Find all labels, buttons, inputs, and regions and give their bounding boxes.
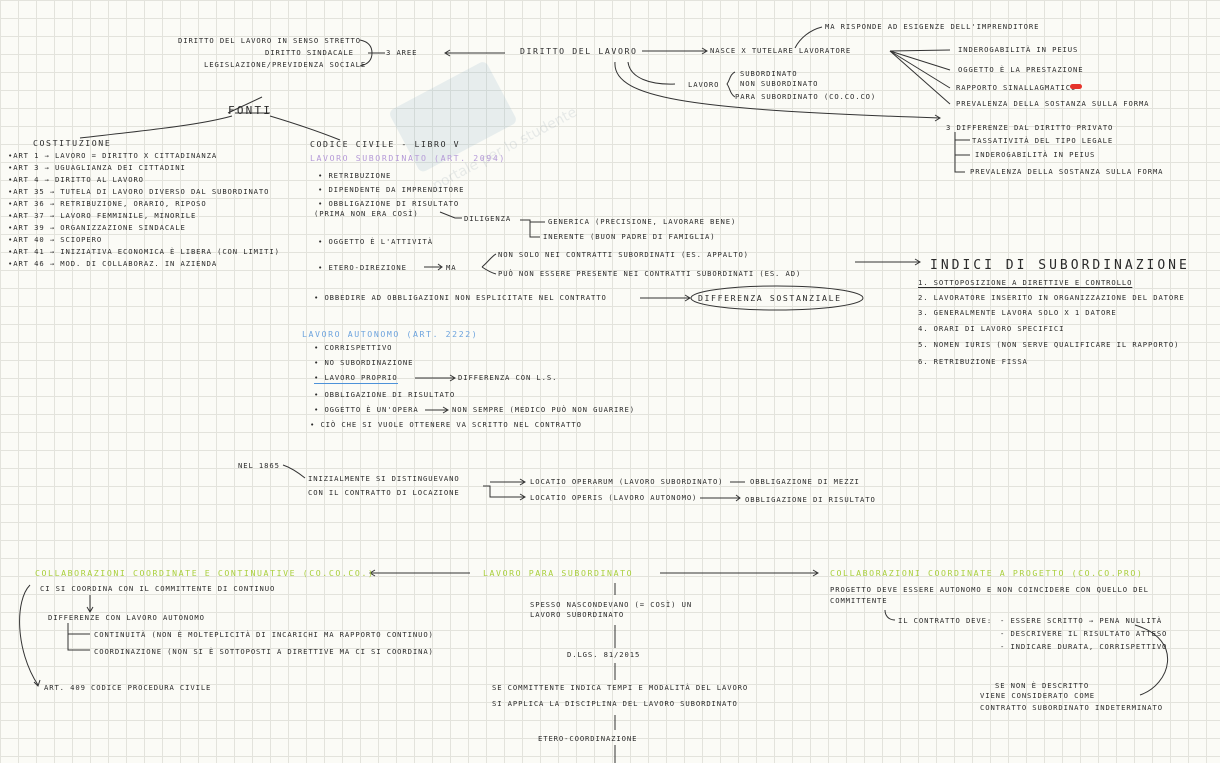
- costituzione-art-3: •ART 3 → UGUAGLIANZA DEI CITTADINI: [8, 163, 186, 172]
- costituzione-art-35: •ART 35 → TUTELA DI LAVORO DIVERSO DAL S…: [8, 187, 270, 196]
- autonomo-item-3: • LAVORO PROPRIO: [314, 373, 398, 384]
- indici-title: INDICI DI SUBORDINAZIONE: [930, 258, 1190, 273]
- fonti-title: FONTI: [228, 104, 273, 117]
- subordinato-item-5: • ETERO-DIREZIONE: [318, 263, 407, 272]
- area-label-3: LEGISLAZIONE/PREVIDENZA SOCIALE: [204, 60, 367, 69]
- codice-civile-title: CODICE CIVILE - LIBRO V: [310, 139, 461, 149]
- cococo-coordinazione: COORDINAZIONE (NON SI È SOTTOPOSTI A DIR…: [94, 647, 434, 656]
- contratto-req-2: - DESCRIVERE IL RISULTATO ATTESO: [1000, 629, 1168, 638]
- obbligazione-mezzi: OBBLIGAZIONE DI MEZZI: [750, 477, 860, 486]
- subordinato-item-4: • OGGETTO È L'ATTIVITÀ: [318, 237, 433, 246]
- locatio-operis: LOCATIO OPERIS (LAVORO AUTONOMO): [530, 493, 698, 502]
- parasubordinato-title: LAVORO PARA SUBORDINATO: [483, 568, 634, 578]
- nel-1865: NEL 1865: [238, 461, 280, 470]
- costituzione-art-36: •ART 36 → RETRIBUZIONE, ORARIO, RIPOSO: [8, 199, 207, 208]
- indice-3: 3. GENERALMENTE LAVORA SOLO X 1 DATORE: [918, 308, 1117, 317]
- differenza-ls: DIFFERENZA CON L.S.: [458, 373, 558, 382]
- center-line-2: LAVORO SUBORDINATO: [530, 610, 625, 619]
- nasce-label: NASCE X TUTELARE LAVORATORE: [710, 46, 852, 55]
- cocopro-note-3: CONTRATTO SUBORDINATO INDETERMINATO: [980, 703, 1163, 712]
- diligenza-label: DILIGENZA: [464, 214, 512, 223]
- principio-4: PREVALENZA DELLA SOSTANZA SULLA FORMA: [956, 99, 1150, 108]
- esigenze-label: MA RISPONDE AD ESIGENZE DELL'IMPRENDITOR…: [825, 22, 1040, 31]
- contratto-deve: IL CONTRATTO DEVE:: [898, 616, 993, 625]
- costituzione-art-4: •ART 4 → DIRITTO AL LAVORO: [8, 175, 144, 184]
- indice-4: 4. ORARI DI LAVORO SPECIFICI: [918, 324, 1065, 333]
- differenze-title: 3 DIFFERENZE DAL DIRITTO PRIVATO: [946, 123, 1114, 132]
- cococo-continuita: CONTINUITÀ (NON È MOLTEPLICITÀ DI INCARI…: [94, 630, 434, 639]
- lavoro-label: LAVORO: [688, 80, 720, 89]
- cocopro-line-2: COMMITTENTE: [830, 596, 888, 605]
- contratto-req-3: - INDICARE DURATA, CORRISPETTIVO: [1000, 642, 1168, 651]
- area-label-2: DIRITTO SINDACALE: [265, 48, 354, 57]
- differenza-3: PREVALENZA DELLA SOSTANZA SULLA FORMA: [970, 167, 1164, 176]
- subordinato-item-3-note: (PRIMA NON ERA COSÌ): [314, 209, 419, 218]
- subordinato-title: LAVORO SUBORDINATO (ART. 2094): [310, 153, 506, 163]
- subordinato-item-1: • RETRIBUZIONE: [318, 171, 392, 180]
- differenza-1: TASSATIVITÀ DEL TIPO LEGALE: [972, 136, 1114, 145]
- non-sempre: NON SEMPRE (MEDICO PUÒ NON GUARIRE): [452, 405, 635, 414]
- storia-line-2: CON IL CONTRATTO DI LOCAZIONE: [308, 488, 460, 497]
- differenza-sostanziale: DIFFERENZA SOSTANZIALE: [698, 293, 842, 303]
- red-highlight-mark: [1070, 84, 1082, 89]
- principio-1: INDEROGABILITÀ IN PEIUS: [958, 45, 1079, 54]
- costituzione-art-37: •ART 37 → LAVORO FEMMINILE, MINORILE: [8, 211, 197, 220]
- cocopro-note-2: VIENE CONSIDERATO COME: [980, 691, 1095, 700]
- locatio-operarum: LOCATIO OPERARUM (LAVORO SUBORDINATO): [530, 477, 724, 486]
- lavoro-subordinato: SUBORDINATO: [740, 69, 798, 78]
- subordinato-item-2: • DIPENDENTE DA IMPRENDITORE: [318, 185, 465, 194]
- indice-5: 5. NOMEN IURIS (NON SERVE QUALIFICARE IL…: [918, 340, 1180, 349]
- cococo-line-1: CI SI COORDINA CON IL COMMITTENTE DI CON…: [40, 584, 276, 593]
- indice-6: 6. RETRIBUZIONE FISSA: [918, 357, 1028, 366]
- costituzione-art-41: •ART 41 → INIZIATIVA ECONOMICA È LIBERA …: [8, 247, 280, 256]
- autonomo-item-1: • CORRISPETTIVO: [314, 343, 393, 352]
- differenza-2: INDEROGABILITÀ IN PEIUS: [975, 150, 1096, 159]
- autonomo-item-6: • CIÒ CHE SI VUOLE OTTENERE VA SCRITTO N…: [310, 420, 582, 429]
- costituzione-art-39: •ART 39 → ORGANIZZAZIONE SINDACALE: [8, 223, 186, 232]
- autonomo-item-2: • NO SUBORDINAZIONE: [314, 358, 414, 367]
- diritto-title: DIRITTO DEL LAVORO: [520, 46, 638, 56]
- autonomo-item-3-text: • LAVORO PROPRIO: [314, 373, 398, 384]
- aree-label: 3 AREE: [386, 48, 418, 57]
- area-label-1: DIRITTO DEL LAVORO IN SENSO STRETTO: [178, 36, 361, 45]
- cococo-title: COLLABORAZIONI COORDINATE E CONTINUATIVE…: [35, 568, 375, 578]
- diligenza-inerente: INERENTE (BUON PADRE DI FAMIGLIA): [543, 232, 716, 241]
- costituzione-art-1: •ART 1 → LAVORO = DIRITTO X CITTADINANZA: [8, 151, 218, 160]
- cococo-line-2: DIFFERENZE CON LAVORO AUTONOMO: [48, 613, 205, 622]
- etero-note-2: PUÒ NON ESSERE PRESENTE NEI CONTRATTI SU…: [498, 269, 802, 278]
- art-409: ART. 409 CODICE PROCEDURA CIVILE: [44, 683, 212, 692]
- cocopro-note-1: SE NON È DESCRITTO: [995, 681, 1090, 690]
- obbligazione-risultato: OBBLIGAZIONE DI RISULTATO: [745, 495, 876, 504]
- indice-1: 1. SOTTOPOSIZIONE A DIRETTIVE E CONTROLL…: [918, 279, 1132, 286]
- autonomo-title: LAVORO AUTONOMO (ART. 2222): [302, 329, 479, 339]
- costituzione-art-40: •ART 40 → SCIOPERO: [8, 235, 103, 244]
- center-line-4: SE COMMITTENTE INDICA TEMPI E MODALITÀ D…: [492, 683, 749, 692]
- principio-3: RAPPORTO SINALLAGMATICO: [956, 83, 1077, 92]
- indice-1-text: 1. SOTTOPOSIZIONE A DIRETTIVE E CONTROLL…: [918, 278, 1133, 287]
- center-line-5: SI APPLICA LA DISCIPLINA DEL LAVORO SUBO…: [492, 699, 738, 708]
- subordinato-item-3: • OBBLIGAZIONE DI RISULTATO: [318, 199, 460, 208]
- storia-line-1: INIZIALMENTE SI DISTINGUEVANO: [308, 474, 460, 483]
- indice-2: 2. LAVORATORE INSERITO IN ORGANIZZAZIONE…: [918, 293, 1185, 302]
- autonomo-item-5: • OGGETTO È UN'OPERA: [314, 405, 419, 414]
- subordinato-item-6: • OBBEDIRE AD OBBLIGAZIONI NON ESPLICITA…: [314, 293, 607, 302]
- contratto-req-1: - ESSERE SCRITTO → PENA NULLITÀ: [1000, 616, 1163, 625]
- cocopro-line-1: PROGETTO DEVE ESSERE AUTONOMO E NON COIN…: [830, 585, 1149, 594]
- cocopro-title: COLLABORAZIONI COORDINATE A PROGETTO (CO…: [830, 568, 1144, 578]
- diligenza-generica: GENERICA (PRECISIONE, LAVORARE BENE): [548, 217, 737, 226]
- costituzione-title: COSTITUZIONE: [33, 138, 112, 148]
- dlgs-label: D.LGS. 81/2015: [567, 650, 641, 659]
- lavoro-non-subordinato: NON SUBORDINATO: [740, 79, 819, 88]
- etero-note-1: NON SOLO NEI CONTRATTI SUBORDINATI (ES. …: [498, 250, 749, 259]
- etero-coordinazione: ETERO-COORDINAZIONE: [538, 734, 638, 743]
- autonomo-item-4: • OBBLIGAZIONE DI RISULTATO: [314, 390, 456, 399]
- center-line-1: SPESSO NASCONDEVANO (= COSÌ) UN: [530, 600, 693, 609]
- lavoro-parasubordinato: PARA SUBORDINATO (CO.CO.CO): [735, 92, 877, 101]
- costituzione-art-46: •ART 46 → MOD. DI COLLABORAZ. IN AZIENDA: [8, 259, 218, 268]
- ma-label: MA: [446, 263, 457, 272]
- principio-2: OGGETTO È LA PRESTAZIONE: [958, 65, 1084, 74]
